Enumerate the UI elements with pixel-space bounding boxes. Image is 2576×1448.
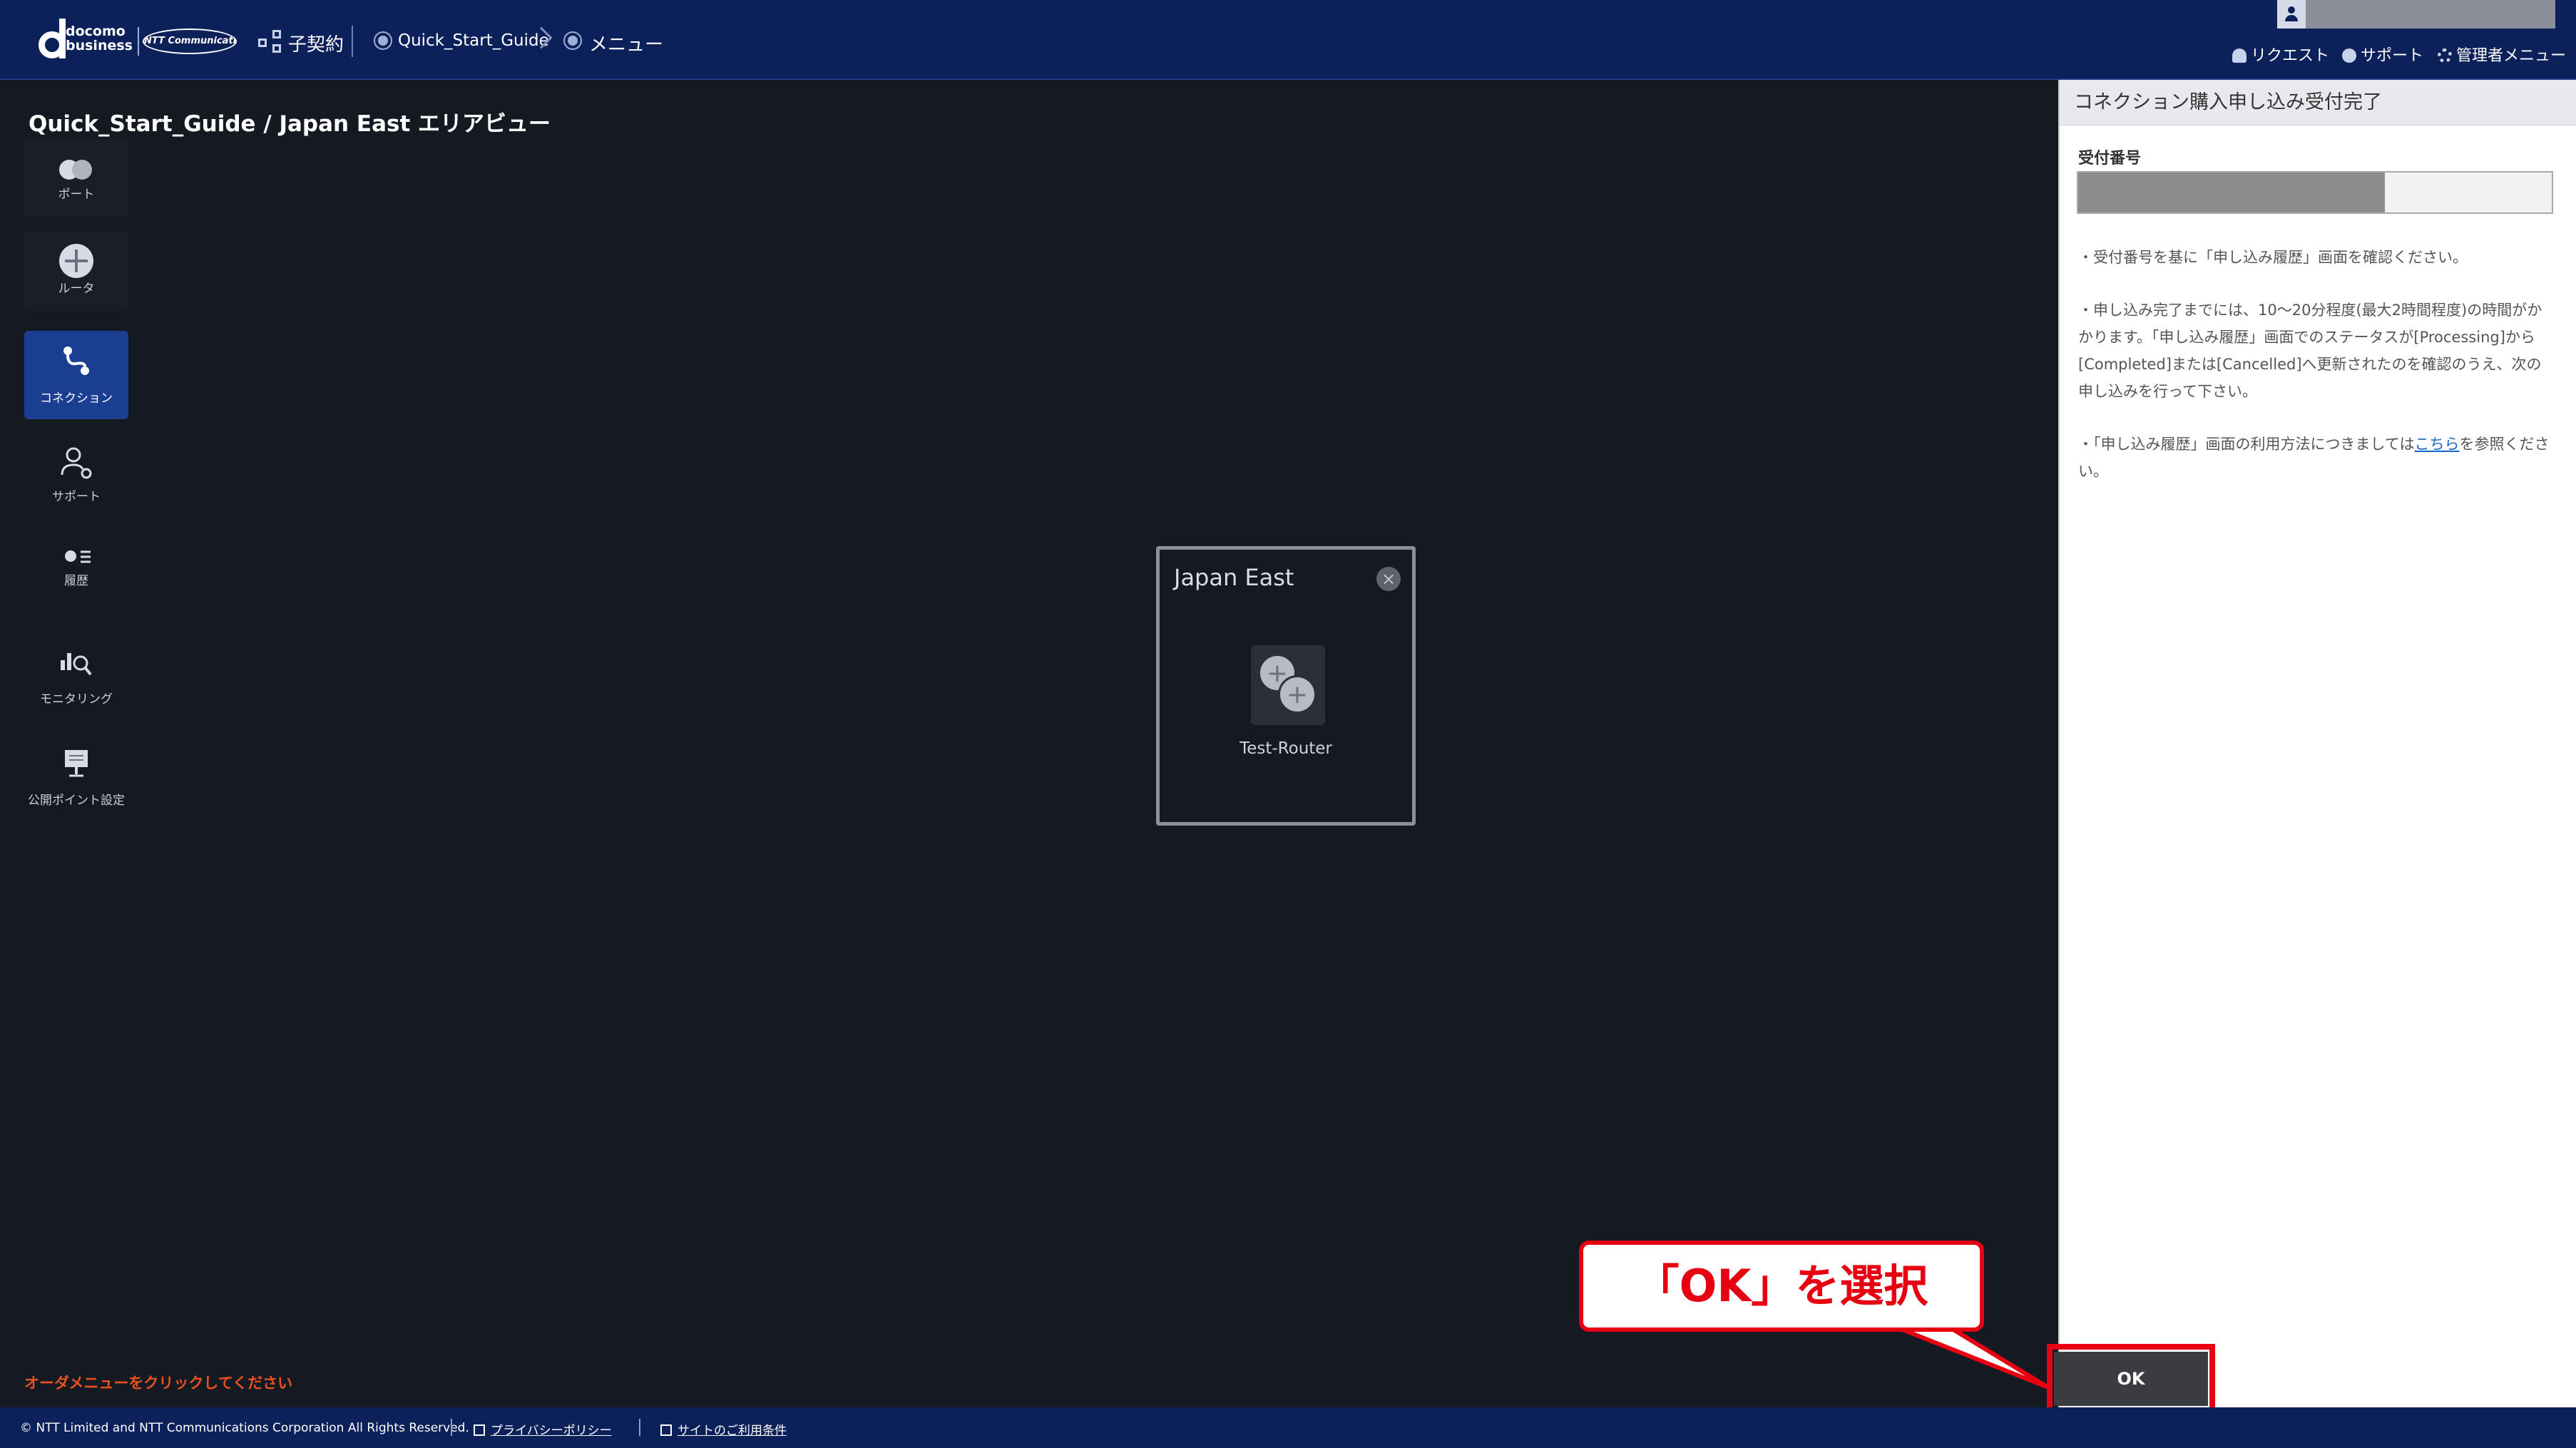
copyright-text: © NTT Limited and NTT Communications Cor…: [20, 1421, 469, 1435]
sidebar-item-connection[interactable]: コネクション: [24, 331, 128, 419]
contract-label[interactable]: 子契約: [288, 30, 344, 56]
user-icon[interactable]: [2277, 0, 2306, 29]
completion-panel: コネクション購入申し込み受付完了 受付番号 ・受付番号を基に「申し込み履歴」画面…: [2058, 80, 2576, 1407]
sidebar-item-label: ルータ: [58, 282, 95, 296]
area-card-japan-east[interactable]: Japan East × Test-Router: [1156, 546, 1416, 826]
footer: © NTT Limited and NTT Communications Cor…: [0, 1407, 2576, 1448]
header-divider: [352, 26, 353, 57]
question-icon: [2342, 48, 2356, 63]
brand-text: docomo business: [66, 24, 133, 53]
brand-divider: [138, 27, 139, 56]
user-name-bar[interactable]: [2277, 0, 2555, 29]
sidebar-item-support[interactable]: サポート: [24, 433, 128, 513]
sidebar-item-label: サポート: [52, 490, 101, 504]
help-link[interactable]: こちら: [2414, 436, 2459, 453]
close-icon[interactable]: ×: [1376, 567, 1401, 591]
support-link[interactable]: サポート: [2342, 43, 2423, 66]
sidebar-item-monitoring[interactable]: モニタリング: [24, 632, 128, 712]
page-title: Quick_Start_Guide / Japan East エリアビュー: [29, 111, 551, 137]
monitoring-icon: [59, 645, 93, 679]
footer-divider: [639, 1419, 640, 1436]
contract-tree-icon: [258, 30, 284, 54]
top-header: docomo business NTT Communications 子契約 Q…: [0, 0, 2576, 80]
sidebar-item-label: モニタリング: [40, 692, 113, 707]
sidebar-item-label: 公開ポイント設定: [28, 794, 125, 808]
sidebar-item-label: 履歴: [64, 574, 88, 588]
bell-icon: [2232, 48, 2247, 63]
panel-title: コネクション購入申し込み受付完了: [2060, 80, 2576, 125]
masked-value: [2078, 173, 2385, 212]
breadcrumb-project[interactable]: Quick_Start_Guide: [398, 31, 549, 50]
sidebar-item-port[interactable]: ポート: [24, 140, 128, 217]
breadcrumb-menu[interactable]: メニュー: [589, 30, 663, 56]
sidebar-item-label: コネクション: [40, 391, 113, 406]
public-point-icon: [59, 746, 93, 780]
gear-icon: [2438, 48, 2452, 63]
sidebar-item-history[interactable]: 履歴: [24, 530, 128, 610]
reception-number-label: 受付番号: [2078, 150, 2142, 168]
area-card-title: Japan East: [1174, 564, 1294, 591]
panel-notes: ・受付番号を基に「申し込み履歴」画面を確認ください。 ・申し込み完了までには、1…: [2078, 244, 2553, 510]
sidebar-item-label: ポート: [58, 188, 95, 202]
admin-menu-link[interactable]: 管理者メニュー: [2438, 43, 2566, 66]
footer-divider: [451, 1419, 452, 1436]
ok-highlight-frame: [2047, 1344, 2215, 1414]
note-3: ・「申し込み履歴」画面の利用方法につきましてはこちらを参照ください。: [2078, 436, 2550, 480]
support-person-icon: [59, 446, 93, 481]
reception-number-field[interactable]: [2077, 171, 2553, 214]
ntt-communications-logo: NTT Communications: [143, 29, 237, 54]
router-node-icon[interactable]: [1251, 645, 1325, 725]
breadcrumb-dot-icon: [375, 33, 391, 48]
router-icon: [59, 244, 93, 278]
note-2: ・申し込み完了までには、10～20分程度(最大2時間程度)の時間がかかります。「…: [2078, 302, 2542, 400]
privacy-policy-link[interactable]: プライバシーポリシー: [474, 1420, 612, 1438]
router-node-label: Test-Router: [1240, 739, 1332, 758]
request-link[interactable]: リクエスト: [2232, 43, 2329, 66]
sidebar-item-router[interactable]: ルータ: [24, 231, 128, 311]
order-menu-hint: オーダメニューをクリックしてください: [24, 1375, 293, 1392]
connection-icon: [59, 344, 93, 378]
instruction-callout: 「OK」を選択: [1579, 1241, 1984, 1332]
breadcrumb-dot-icon: [565, 33, 581, 48]
note-1: ・受付番号を基に「申し込み履歴」画面を確認ください。: [2078, 249, 2468, 266]
document-icon: [660, 1424, 672, 1436]
port-icon: [59, 153, 93, 187]
terms-link[interactable]: サイトのご利用条件: [660, 1420, 787, 1438]
sidebar-item-public-point[interactable]: 公開ポイント設定: [24, 733, 128, 813]
document-icon: [474, 1424, 485, 1436]
